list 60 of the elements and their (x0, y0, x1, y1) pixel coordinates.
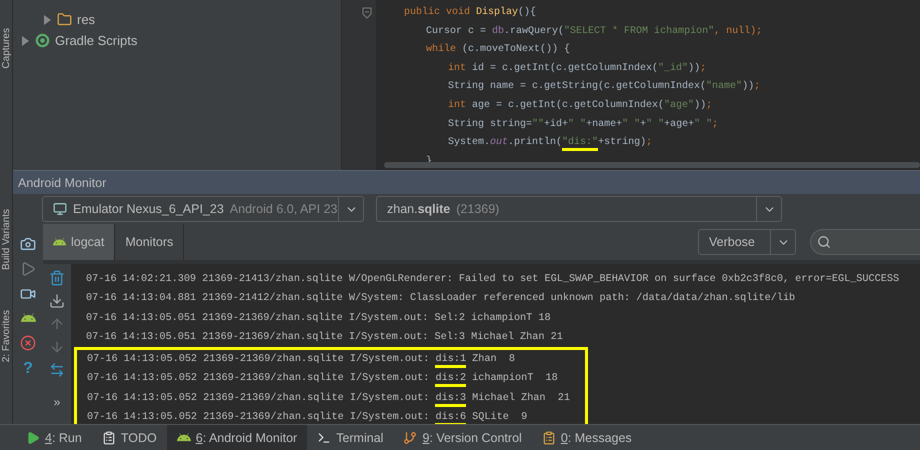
gradle-icon (35, 33, 50, 48)
log-line: 07-16 14:02:21.309 21369-21413/zhan.sqlite W/OpenGLRenderer: Failed to set EGL_SWAP_BEHAVIOR on surface 0xb2c3f8c0, error=EGL_SUCCESS (85, 272, 900, 287)
list-icon (102, 430, 116, 444)
log-line: 07-16 14:13:05.051 21369-21369/zhan.sqlite I/System.out: Sel:3 Michael Zhan 21 (85, 330, 564, 345)
expand-arrow-icon[interactable] (43, 14, 52, 24)
messages-icon (542, 430, 556, 444)
tool-window-tab[interactable]: Captures (0, 28, 12, 69)
stop-icon[interactable] (20, 335, 36, 351)
code-line: String string=""+id+" "+name+" "+" "+age+" "; (447, 118, 720, 132)
code-line: Cursor c = db.rawQuery("SELECT * FROM ichampion", null); (425, 24, 764, 39)
play-icon[interactable] (20, 261, 36, 277)
panel-tab[interactable]: logcat (43, 224, 116, 260)
log-line: 07-16 14:13:05.051 21369-21369/zhan.sqlite I/System.out: Sel:2 ichampionT 18 (85, 312, 552, 326)
device-dropdown[interactable]: Emulator Nexus_6_API_23 Android 6.0, API 23 (42, 196, 364, 222)
log-line: 07-16 14:13:05.052 21369-21369/zhan.sqlite I/System.out: dis:3 Michael Zhan 21 (77, 388, 585, 408)
swap-icon[interactable] (49, 362, 65, 378)
tool-window-button[interactable]: 6: Android Monitor (166, 425, 308, 450)
process-name: zhan.sqlite (387, 202, 450, 216)
camera-icon[interactable] (20, 236, 36, 252)
download-icon[interactable] (49, 293, 65, 309)
expand-arrow-icon[interactable] (21, 36, 30, 46)
panel-title: Android Monitor (18, 176, 106, 190)
code-line: int id = c.getInt(c.getColumnIndex("_id")); (447, 62, 708, 76)
search-icon (817, 235, 831, 249)
horizontal-scrollbar[interactable] (384, 162, 920, 168)
device-icon (53, 202, 67, 216)
process-dropdown[interactable]: zhan.sqlite (21369) (376, 196, 782, 222)
log-line: 07-16 14:13:05.052 21369-21369/zhan.sqlite I/System.out: dis:2 ichampionT 18 (77, 369, 585, 389)
search-field[interactable] (810, 229, 920, 255)
arrow-up-icon[interactable] (49, 316, 65, 332)
code-line: String name = c.getString(c.getColumnIndex("name")); (447, 80, 762, 94)
android-icon (53, 236, 66, 248)
tool-window-button[interactable]: Terminal (307, 425, 394, 450)
tree-item-label[interactable]: res (77, 12, 96, 27)
log-level-dropdown[interactable]: Verbose (698, 229, 796, 255)
more-button[interactable]: » (54, 395, 60, 409)
process-id: (21369) (456, 202, 500, 216)
tool-window-button[interactable]: 0: Messages (532, 425, 642, 450)
tool-window-button[interactable]: 4: Run (16, 425, 92, 450)
device-detail: Android 6.0, API 23 (230, 202, 338, 216)
folder-icon (57, 12, 72, 27)
branch-icon (403, 430, 418, 444)
code-line: public void Display(){ (404, 6, 538, 20)
code-line: int age = c.getInt(c.getColumnIndex("age")); (447, 98, 714, 113)
tool-window-tab[interactable]: 2: Favorites (0, 310, 12, 362)
tool-window-button[interactable]: 9: Version Control (393, 425, 532, 450)
trash-icon[interactable] (49, 270, 65, 286)
log-line: 07-16 14:13:04.881 21369-21412/zhan.sqlite W/System: ClassLoader referenced unknown path: /data/data/zhan.sqlite/lib (85, 292, 796, 306)
code-line: while (c.moveToNext()) { (425, 42, 572, 58)
code-line: System.out.println("dis:"+string); (404, 134, 920, 153)
terminal-icon (317, 430, 332, 444)
fold-marker-icon[interactable] (362, 7, 372, 19)
tool-window-button[interactable]: TODO (92, 425, 167, 450)
device-name: Emulator Nexus_6_API_23 (73, 202, 224, 216)
help-icon[interactable]: ? (23, 360, 33, 378)
log-line: 07-16 14:13:05.052 21369-21369/zhan.sqlite I/System.out: dis:1 Zhan 8 (77, 350, 585, 370)
play-icon (26, 430, 40, 444)
tree-item-label[interactable]: Gradle Scripts (55, 33, 138, 48)
arrow-down-icon[interactable] (49, 339, 65, 355)
tool-window-tab[interactable]: Build Variants (0, 208, 12, 270)
